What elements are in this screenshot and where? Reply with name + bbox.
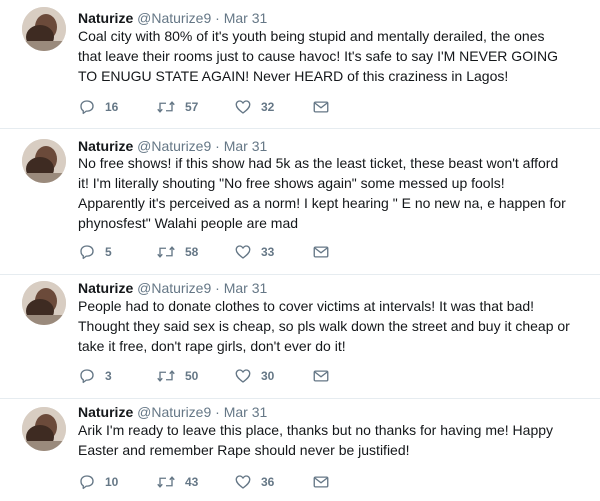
- like-button[interactable]: 32: [234, 98, 312, 116]
- reply-count: 3: [105, 369, 112, 383]
- tweet-feed: Naturize @Naturize9 · Mar 31 Coal city w…: [0, 0, 600, 501]
- tweet-text-line: Apparently it's perceived as a norm! I k…: [78, 195, 566, 211]
- separator-dot: ·: [215, 10, 220, 26]
- retweet-count: 43: [185, 475, 199, 489]
- author-name[interactable]: Naturize: [78, 138, 133, 154]
- reply-count: 10: [105, 475, 119, 489]
- reply-icon: [80, 245, 94, 260]
- retweet-button[interactable]: 58: [156, 243, 234, 261]
- author-handle[interactable]: @Naturize9: [137, 10, 211, 26]
- tweet-text: People had to donate clothes to cover vi…: [78, 296, 583, 356]
- tweet-text-line: Easter and remember Rape should never be…: [78, 442, 410, 458]
- envelope-icon: [313, 246, 329, 258]
- timestamp[interactable]: Mar 31: [224, 138, 268, 154]
- like-count: 33: [261, 245, 275, 259]
- tweet-text-line: that leave their rooms just to cause hav…: [78, 48, 558, 64]
- like-count: 30: [261, 369, 275, 383]
- like-button[interactable]: 36: [234, 473, 312, 491]
- tweet[interactable]: Naturize @Naturize9 · Mar 31 People had …: [0, 275, 600, 399]
- separator-dot: ·: [215, 138, 220, 154]
- tweet-actions: 16 57 32: [78, 97, 342, 117]
- envelope-icon: [313, 476, 329, 488]
- reply-icon: [80, 475, 94, 490]
- tweet-text-line: it! I'm literally shouting "No free show…: [78, 175, 505, 191]
- timestamp[interactable]: Mar 31: [224, 10, 268, 26]
- avatar-image: [22, 7, 66, 51]
- direct-message-button[interactable]: [312, 367, 342, 385]
- like-button[interactable]: 33: [234, 243, 312, 261]
- tweet-actions: 3 50 30: [78, 366, 342, 386]
- heart-icon: [235, 475, 251, 489]
- avatar[interactable]: [22, 281, 66, 325]
- reply-button[interactable]: 10: [78, 473, 156, 491]
- separator-dot: ·: [215, 404, 220, 420]
- author-handle[interactable]: @Naturize9: [137, 138, 211, 154]
- direct-message-button[interactable]: [312, 473, 342, 491]
- heart-icon: [235, 245, 251, 259]
- envelope-icon: [313, 370, 329, 382]
- author-name[interactable]: Naturize: [78, 10, 133, 26]
- author-handle[interactable]: @Naturize9: [137, 280, 211, 296]
- heart-icon: [235, 369, 251, 383]
- avatar-image: [22, 281, 66, 325]
- retweet-button[interactable]: 57: [156, 98, 234, 116]
- tweet-text-line: People had to donate clothes to cover vi…: [78, 298, 535, 314]
- reply-button[interactable]: 5: [78, 243, 156, 261]
- separator-dot: ·: [215, 280, 220, 296]
- retweet-count: 58: [185, 245, 199, 259]
- retweet-icon: [157, 101, 175, 113]
- reply-count: 16: [105, 100, 119, 114]
- retweet-count: 50: [185, 369, 199, 383]
- timestamp[interactable]: Mar 31: [224, 280, 268, 296]
- tweet-text-line: Coal city with 80% of it's youth being s…: [78, 28, 545, 44]
- retweet-count: 57: [185, 100, 199, 114]
- reply-icon: [80, 369, 94, 384]
- reply-count: 5: [105, 245, 112, 259]
- tweet-text-line: No free shows! if this show had 5k as th…: [78, 155, 559, 171]
- avatar-image: [22, 139, 66, 183]
- author-name[interactable]: Naturize: [78, 280, 133, 296]
- reply-button[interactable]: 16: [78, 98, 156, 116]
- author-name[interactable]: Naturize: [78, 404, 133, 420]
- timestamp[interactable]: Mar 31: [224, 404, 268, 420]
- tweet-text-line: TO ENUGU STATE AGAIN! Never HEARD of thi…: [78, 68, 509, 84]
- tweet[interactable]: Naturize @Naturize9 · Mar 31 No free sho…: [0, 129, 600, 275]
- tweet-actions: 10 43 36: [78, 472, 342, 492]
- tweet-text: Arik I'm ready to leave this place, than…: [78, 420, 583, 460]
- reply-button[interactable]: 3: [78, 367, 156, 385]
- avatar[interactable]: [22, 139, 66, 183]
- tweet[interactable]: Naturize @Naturize9 · Mar 31 Coal city w…: [0, 0, 600, 129]
- retweet-button[interactable]: 50: [156, 367, 234, 385]
- tweet-text-line: Thought they said sex is cheap, so pls w…: [78, 318, 570, 334]
- tweet[interactable]: Naturize @Naturize9 · Mar 31 Arik I'm re…: [0, 399, 600, 501]
- like-count: 36: [261, 475, 275, 489]
- like-count: 32: [261, 100, 275, 114]
- tweet-text-line: take it free, don't rape girls, don't ev…: [78, 338, 346, 354]
- retweet-icon: [157, 370, 175, 382]
- retweet-icon: [157, 476, 175, 488]
- avatar-image: [22, 407, 66, 451]
- tweet-actions: 5 58 33: [78, 242, 342, 262]
- reply-icon: [80, 100, 94, 115]
- direct-message-button[interactable]: [312, 243, 342, 261]
- heart-icon: [235, 100, 251, 114]
- tweet-text-line: Arik I'm ready to leave this place, than…: [78, 422, 554, 438]
- retweet-button[interactable]: 43: [156, 473, 234, 491]
- tweet-text: No free shows! if this show had 5k as th…: [78, 153, 583, 233]
- author-handle[interactable]: @Naturize9: [137, 404, 211, 420]
- avatar[interactable]: [22, 407, 66, 451]
- like-button[interactable]: 30: [234, 367, 312, 385]
- tweet-text: Coal city with 80% of it's youth being s…: [78, 26, 583, 86]
- avatar[interactable]: [22, 7, 66, 51]
- tweet-text-line: phynosfest" Walahi people are mad: [78, 215, 299, 231]
- envelope-icon: [313, 101, 329, 113]
- direct-message-button[interactable]: [312, 98, 342, 116]
- retweet-icon: [157, 246, 175, 258]
